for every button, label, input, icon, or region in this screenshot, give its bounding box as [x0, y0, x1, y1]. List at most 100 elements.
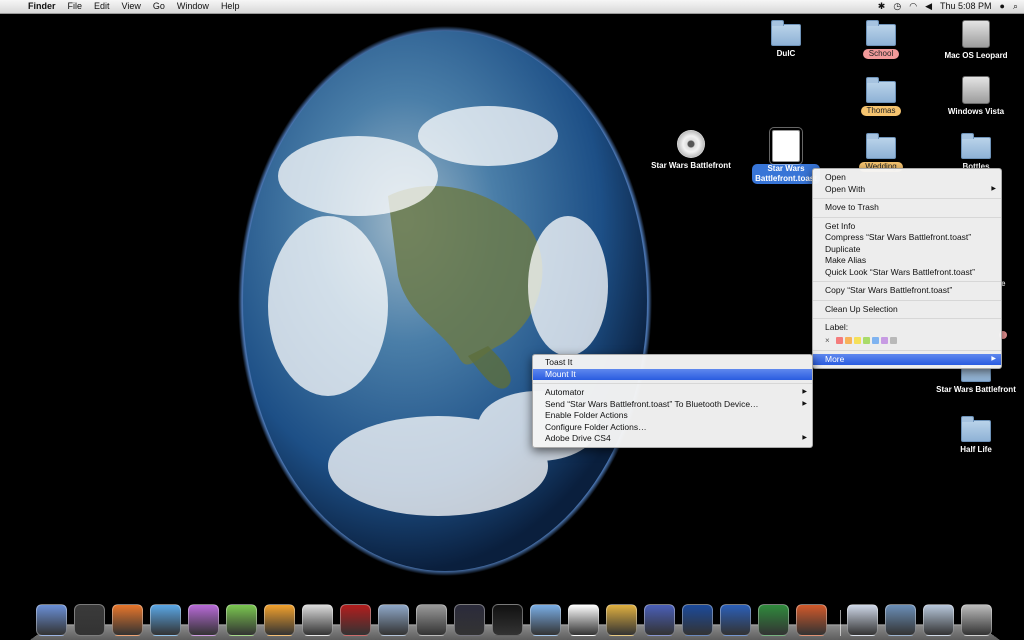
photo-booth-icon[interactable]	[340, 604, 371, 636]
menu-window[interactable]: Window	[171, 0, 215, 13]
more-submenu: Toast It Mount It Automator Send “Star W…	[532, 354, 813, 448]
documents-stack-icon[interactable]	[885, 604, 916, 636]
menu-configure-folder-actions[interactable]: Configure Folder Actions…	[533, 422, 812, 434]
user-icon[interactable]: ●	[1000, 0, 1005, 13]
movie-icon[interactable]	[847, 604, 878, 636]
folder-icon	[961, 416, 991, 442]
toast-icon[interactable]	[606, 604, 637, 636]
7zip-icon[interactable]	[568, 604, 599, 636]
excel-icon[interactable]	[758, 604, 789, 636]
menu-open-with[interactable]: Open With	[813, 184, 1001, 196]
system-prefs-icon[interactable]	[416, 604, 447, 636]
desktop-folder-bottles[interactable]: Bottles	[931, 133, 1021, 172]
word-icon[interactable]	[720, 604, 751, 636]
label-blue-swatch[interactable]	[871, 336, 879, 344]
menu-enable-folder-actions[interactable]: Enable Folder Actions	[533, 410, 812, 422]
wiki-icon[interactable]	[188, 604, 219, 636]
menu-separator	[813, 216, 1001, 218]
label-gray-swatch[interactable]	[889, 336, 897, 344]
network-icon[interactable]	[226, 604, 257, 636]
powerpoint-icon[interactable]	[796, 604, 827, 636]
downloads-stack-icon[interactable]	[923, 604, 954, 636]
menu-make-alias[interactable]: Make Alias	[813, 255, 1001, 267]
cd-disc-icon	[677, 130, 705, 158]
desktop-folder-thomas[interactable]: Thomas	[836, 77, 926, 116]
itunes-icon[interactable]	[150, 604, 181, 636]
label-green-swatch[interactable]	[862, 336, 870, 344]
finder-icon[interactable]	[36, 604, 67, 636]
menu-get-info[interactable]: Get Info	[813, 221, 1001, 233]
menu-edit[interactable]: Edit	[88, 0, 116, 13]
menu-separator	[813, 281, 1001, 282]
earth-wallpaper	[238, 26, 652, 576]
menu-separator	[813, 299, 1001, 301]
menu-compress[interactable]: Compress “Star Wars Battlefront.toast”	[813, 232, 1001, 244]
desktop-cd-swbf[interactable]: Star Wars Battlefront	[646, 130, 736, 171]
menu-separator	[813, 318, 1001, 319]
toast-document-icon	[769, 127, 803, 165]
trash-icon[interactable]	[961, 604, 992, 636]
folder-icon	[866, 133, 896, 159]
steam-icon[interactable]	[492, 604, 523, 636]
desktop-drive-macos[interactable]: Mac OS Leopard	[931, 20, 1021, 61]
desktop-folder-halflife[interactable]: Half Life	[931, 416, 1021, 455]
folder-icon	[771, 20, 801, 46]
menu-finder[interactable]: Finder	[22, 0, 62, 13]
stellarium-icon[interactable]	[454, 604, 485, 636]
time-machine-icon[interactable]: ◷	[893, 0, 901, 13]
menu-mount-it[interactable]: Mount It	[533, 368, 812, 380]
menu-copy[interactable]: Copy “Star Wars Battlefront.toast”	[813, 285, 1001, 297]
folder-icon	[866, 77, 896, 103]
label-red-swatch[interactable]	[835, 336, 843, 344]
menubar-clock[interactable]: Thu 5:08 PM	[940, 0, 992, 13]
textedit-icon[interactable]	[302, 604, 333, 636]
pipes-icon[interactable]	[264, 604, 295, 636]
label-yellow-swatch[interactable]	[853, 336, 861, 344]
menu-open[interactable]: Open	[813, 172, 1001, 184]
menu-toast-it[interactable]: Toast It	[533, 357, 812, 369]
label-swatches: ×	[813, 334, 1001, 347]
hard-drive-icon	[962, 20, 990, 48]
menu-separator	[533, 383, 812, 384]
aol-icon[interactable]	[682, 604, 713, 636]
mb-icon[interactable]	[644, 604, 675, 636]
volume-icon[interactable]: ◀	[925, 0, 932, 13]
wifi-icon[interactable]: ◠	[909, 0, 917, 13]
selected-filename: Star Wars Battlefront.toast	[752, 164, 820, 184]
folder-icon	[866, 20, 896, 46]
menu-go[interactable]: Go	[147, 0, 171, 13]
label-purple-swatch[interactable]	[880, 336, 888, 344]
desktop-folder-dulc[interactable]: DulC	[741, 20, 831, 59]
menu-label-heading: Label:	[825, 322, 849, 332]
context-menu: Open Open With Move to Trash Get Info Co…	[812, 168, 1002, 369]
menu-help[interactable]: Help	[215, 0, 246, 13]
bluetooth-icon[interactable]: ✱	[878, 0, 886, 13]
label-orange-swatch[interactable]	[844, 336, 852, 344]
menu-separator	[813, 349, 1001, 351]
desktop-folder-wedding[interactable]: Wedding	[836, 133, 926, 172]
menu-file[interactable]: File	[62, 0, 89, 13]
firefox-icon[interactable]	[112, 604, 143, 636]
label-none-x[interactable]: ×	[825, 336, 830, 345]
menu-move-to-trash[interactable]: Move to Trash	[813, 202, 1001, 214]
desktop-drive-vista[interactable]: Windows Vista	[931, 76, 1021, 117]
dock	[30, 592, 1000, 640]
appstore-icon[interactable]	[530, 604, 561, 636]
folder-icon	[961, 133, 991, 159]
dashboard-icon[interactable]	[74, 604, 105, 636]
menu-more[interactable]: More	[813, 353, 1001, 365]
dock-separator	[840, 610, 841, 636]
menu-clean-up[interactable]: Clean Up Selection	[813, 304, 1001, 316]
hard-drive-icon	[962, 76, 990, 104]
menu-quick-look[interactable]: Quick Look “Star Wars Battlefront.toast”	[813, 267, 1001, 279]
menu-automator[interactable]: Automator	[533, 387, 812, 399]
mail-icon[interactable]	[378, 604, 409, 636]
menu-duplicate[interactable]: Duplicate	[813, 244, 1001, 256]
dock-icons	[36, 604, 999, 636]
desktop-folder-school[interactable]: School	[836, 20, 926, 59]
menu-view[interactable]: View	[116, 0, 147, 13]
menu-adobe-drive[interactable]: Adobe Drive CS4	[533, 433, 812, 445]
spotlight-icon[interactable]: ⌕	[1013, 0, 1018, 13]
menu-bar: Finder File Edit View Go Window Help ✱ ◷…	[0, 0, 1024, 14]
menu-send-bluetooth[interactable]: Send “Star Wars Battlefront.toast” To Bl…	[533, 399, 812, 411]
